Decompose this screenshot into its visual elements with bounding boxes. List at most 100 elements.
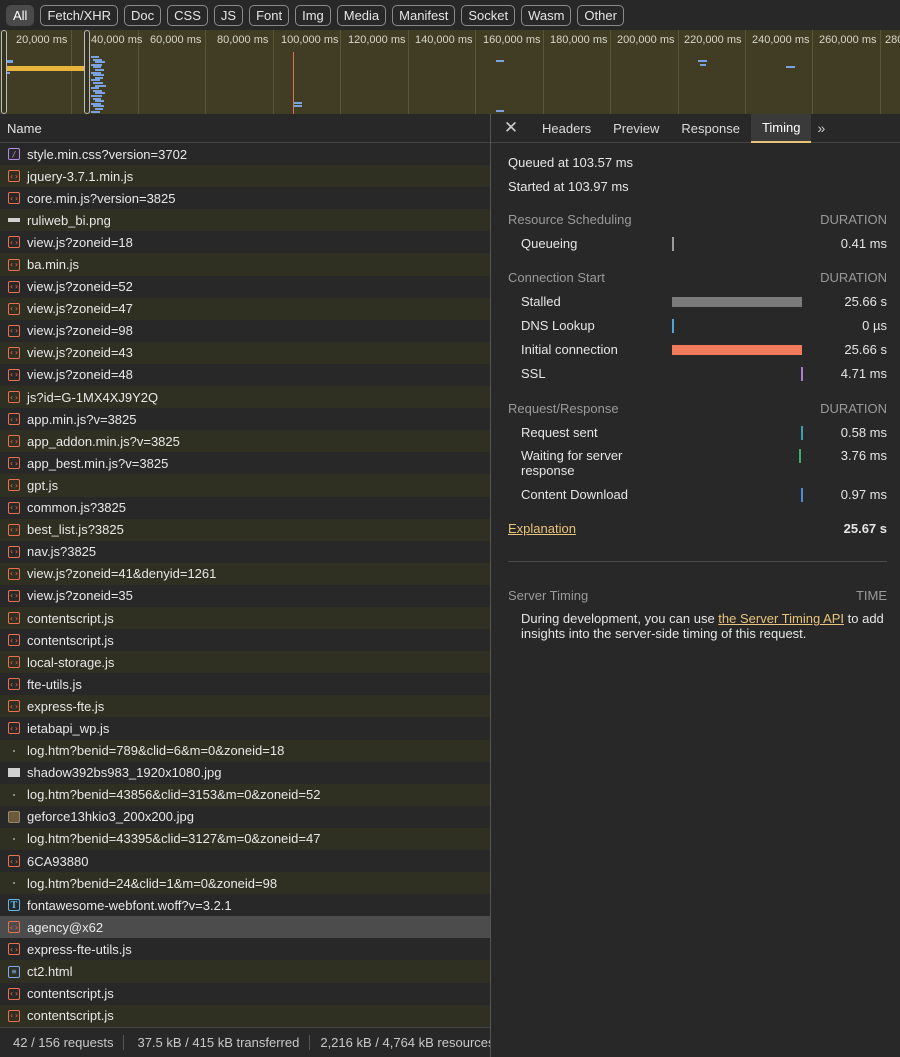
server-timing-api-link[interactable]: the Server Timing API (718, 611, 844, 626)
request-row[interactable]: ‹› contentscript.js (0, 606, 491, 630)
overview-right-handle[interactable] (84, 30, 90, 114)
request-name: app.min.js?v=3825 (27, 411, 137, 427)
timing-label: SSL (521, 366, 546, 381)
request-name: agency@x62 (27, 919, 104, 935)
tab-response[interactable]: Response (670, 114, 751, 143)
resources-size: 2,216 kB / 4,764 kB resources (320, 1035, 491, 1050)
request-row[interactable]: / style.min.css?version=3702 (0, 143, 491, 165)
overview-request-bar (786, 66, 795, 68)
filter-manifest-button[interactable]: Manifest (392, 4, 456, 26)
tab-timing[interactable]: Timing (750, 113, 812, 143)
request-row[interactable]: ‹› gpt.js (0, 474, 491, 497)
request-row[interactable]: ‹› agency@x62 (0, 916, 491, 939)
request-row[interactable]: ‹› view.js?zoneid=98 (0, 320, 491, 342)
request-row[interactable]: ‹› local-storage.js (0, 651, 491, 674)
request-row[interactable]: ‹› view.js?zoneid=41&denyid=1261 (0, 562, 491, 585)
tab-headers[interactable]: Headers (531, 114, 602, 143)
script-file-icon: ‹› (8, 921, 20, 934)
request-row[interactable]: ‹› view.js?zoneid=48 (0, 364, 491, 386)
close-icon[interactable]: ✕ (491, 118, 531, 138)
request-row[interactable]: ‹› view.js?zoneid=52 (0, 276, 491, 298)
request-row[interactable]: ‹› view.js?zoneid=47 (0, 297, 491, 320)
request-row[interactable]: ‹› app_addon.min.js?v=3825 (0, 430, 491, 453)
timing-bar (672, 345, 802, 355)
script-file-icon: ‹› (8, 722, 20, 735)
request-row[interactable]: ‹› app_best.min.js?v=3825 (0, 452, 491, 474)
tab-preview[interactable]: Preview (602, 114, 670, 143)
section-title: Resource Scheduling (508, 212, 632, 227)
filter-font-button[interactable]: Font (249, 4, 290, 26)
request-row[interactable]: ‹› js?id=G-1MX4XJ9Y2Q (0, 386, 491, 409)
request-row[interactable]: ‹› common.js?3825 (0, 497, 491, 519)
request-row[interactable]: log.htm?benid=43856&clid=3153&m=0&zoneid… (0, 783, 491, 806)
section-title: Request/Response (508, 401, 619, 416)
request-row[interactable]: ‹› express-fte.js (0, 695, 491, 718)
script-file-icon: ‹› (8, 612, 20, 625)
request-row[interactable]: ‹› contentscript.js (0, 1004, 491, 1027)
filter-wasm-button[interactable]: Wasm (521, 4, 572, 26)
request-row[interactable]: ‹› nav.js?3825 (0, 541, 491, 563)
request-row[interactable]: log.htm?benid=43395&clid=3127&m=0&zoneid… (0, 827, 491, 850)
overview-left-handle[interactable] (1, 30, 7, 114)
timing-row: SSL 4.71 ms (521, 366, 887, 388)
overview-request-bar (496, 60, 504, 62)
filter-css-button[interactable]: CSS (167, 4, 208, 26)
filter-socket-button[interactable]: Socket (461, 4, 516, 26)
ping-request-icon (8, 745, 20, 757)
network-overview[interactable]: 20,000 ms 40,000 ms 60,000 ms 80,000 ms 100,… (0, 30, 900, 114)
overview-gridline (71, 30, 72, 114)
request-row[interactable]: ‹› view.js?zoneid=35 (0, 585, 491, 607)
filter-media-button[interactable]: Media (336, 4, 387, 26)
request-row[interactable]: ‹› express-fte-utils.js (0, 938, 491, 960)
timing-row: Content Download 0.97 ms (521, 487, 887, 509)
request-name: ct2.html (27, 964, 73, 980)
overview-gridline (273, 30, 274, 114)
request-row[interactable]: ‹› 6CA93880 (0, 850, 491, 872)
script-file-icon: ‹› (8, 656, 20, 669)
filter-js-button[interactable]: JS (213, 4, 244, 26)
request-row[interactable]: log.htm?benid=24&clid=1&m=0&zoneid=98 (0, 872, 491, 895)
request-name: contentscript.js (27, 632, 114, 648)
request-name: log.htm?benid=43856&clid=3153&m=0&zoneid… (27, 787, 321, 803)
request-name: style.min.css?version=3702 (27, 146, 188, 162)
request-rows: / style.min.css?version=3702 ‹› jquery-3.7.… (0, 143, 491, 1027)
image-file-icon (8, 214, 20, 226)
script-file-icon: ‹› (8, 457, 20, 470)
request-name: contentscript.js (27, 986, 114, 1002)
filter-other-button[interactable]: Other (577, 4, 624, 26)
request-row[interactable]: ‹› ietabapi_wp.js (0, 717, 491, 739)
request-row[interactable]: ≡ ct2.html (0, 960, 491, 983)
request-row[interactable]: geforce13hkio3_200x200.jpg (0, 806, 491, 828)
request-name: view.js?zoneid=48 (27, 367, 133, 383)
script-file-icon: ‹› (8, 170, 20, 183)
request-row[interactable]: ‹› ba.min.js (0, 253, 491, 276)
filter-all-button[interactable]: All (6, 4, 35, 26)
request-row[interactable]: ‹› contentscript.js (0, 629, 491, 651)
request-row[interactable]: ‹› best_list.js?3825 (0, 518, 491, 541)
more-tabs-icon[interactable]: » (811, 120, 825, 136)
filter-bar: All Fetch/XHR Doc CSS JS Font Img Media Manifest… (0, 0, 900, 30)
request-row[interactable]: ‹› contentscript.js (0, 983, 491, 1005)
request-row[interactable]: ruliweb_bi.png (0, 209, 491, 232)
name-column-header[interactable]: Name (0, 114, 491, 143)
total-duration: 25.67 s (843, 521, 887, 536)
request-row[interactable]: ‹› view.js?zoneid=18 (0, 231, 491, 253)
request-name: gpt.js (27, 477, 59, 493)
request-row[interactable]: ‹› fte-utils.js (0, 673, 491, 695)
request-name: app_best.min.js?v=3825 (27, 455, 169, 471)
request-row[interactable]: ‹› view.js?zoneid=43 (0, 341, 491, 364)
request-row[interactable]: Tfontawesome-webfont.woff?v=3.2.1 (0, 894, 491, 916)
filter-doc-button[interactable]: Doc (124, 4, 162, 26)
request-row[interactable]: shadow392bs983_1920x1080.jpg (0, 762, 491, 784)
filter-fetchxhr-button[interactable]: Fetch/XHR (40, 4, 119, 26)
script-file-icon: ‹› (8, 368, 20, 381)
overview-gridline (408, 30, 409, 114)
request-row[interactable]: log.htm?benid=789&clid=6&m=0&zoneid=18 (0, 739, 491, 762)
timing-total-row: Explanation 25.67 s (508, 521, 887, 536)
request-row[interactable]: ‹› app.min.js?v=3825 (0, 408, 491, 430)
explanation-link[interactable]: Explanation (508, 521, 576, 536)
filter-img-button[interactable]: Img (295, 4, 331, 26)
request-row[interactable]: ‹› core.min.js?version=3825 (0, 187, 491, 209)
request-row[interactable]: ‹› jquery-3.7.1.min.js (0, 165, 491, 188)
ping-request-icon (8, 833, 20, 845)
